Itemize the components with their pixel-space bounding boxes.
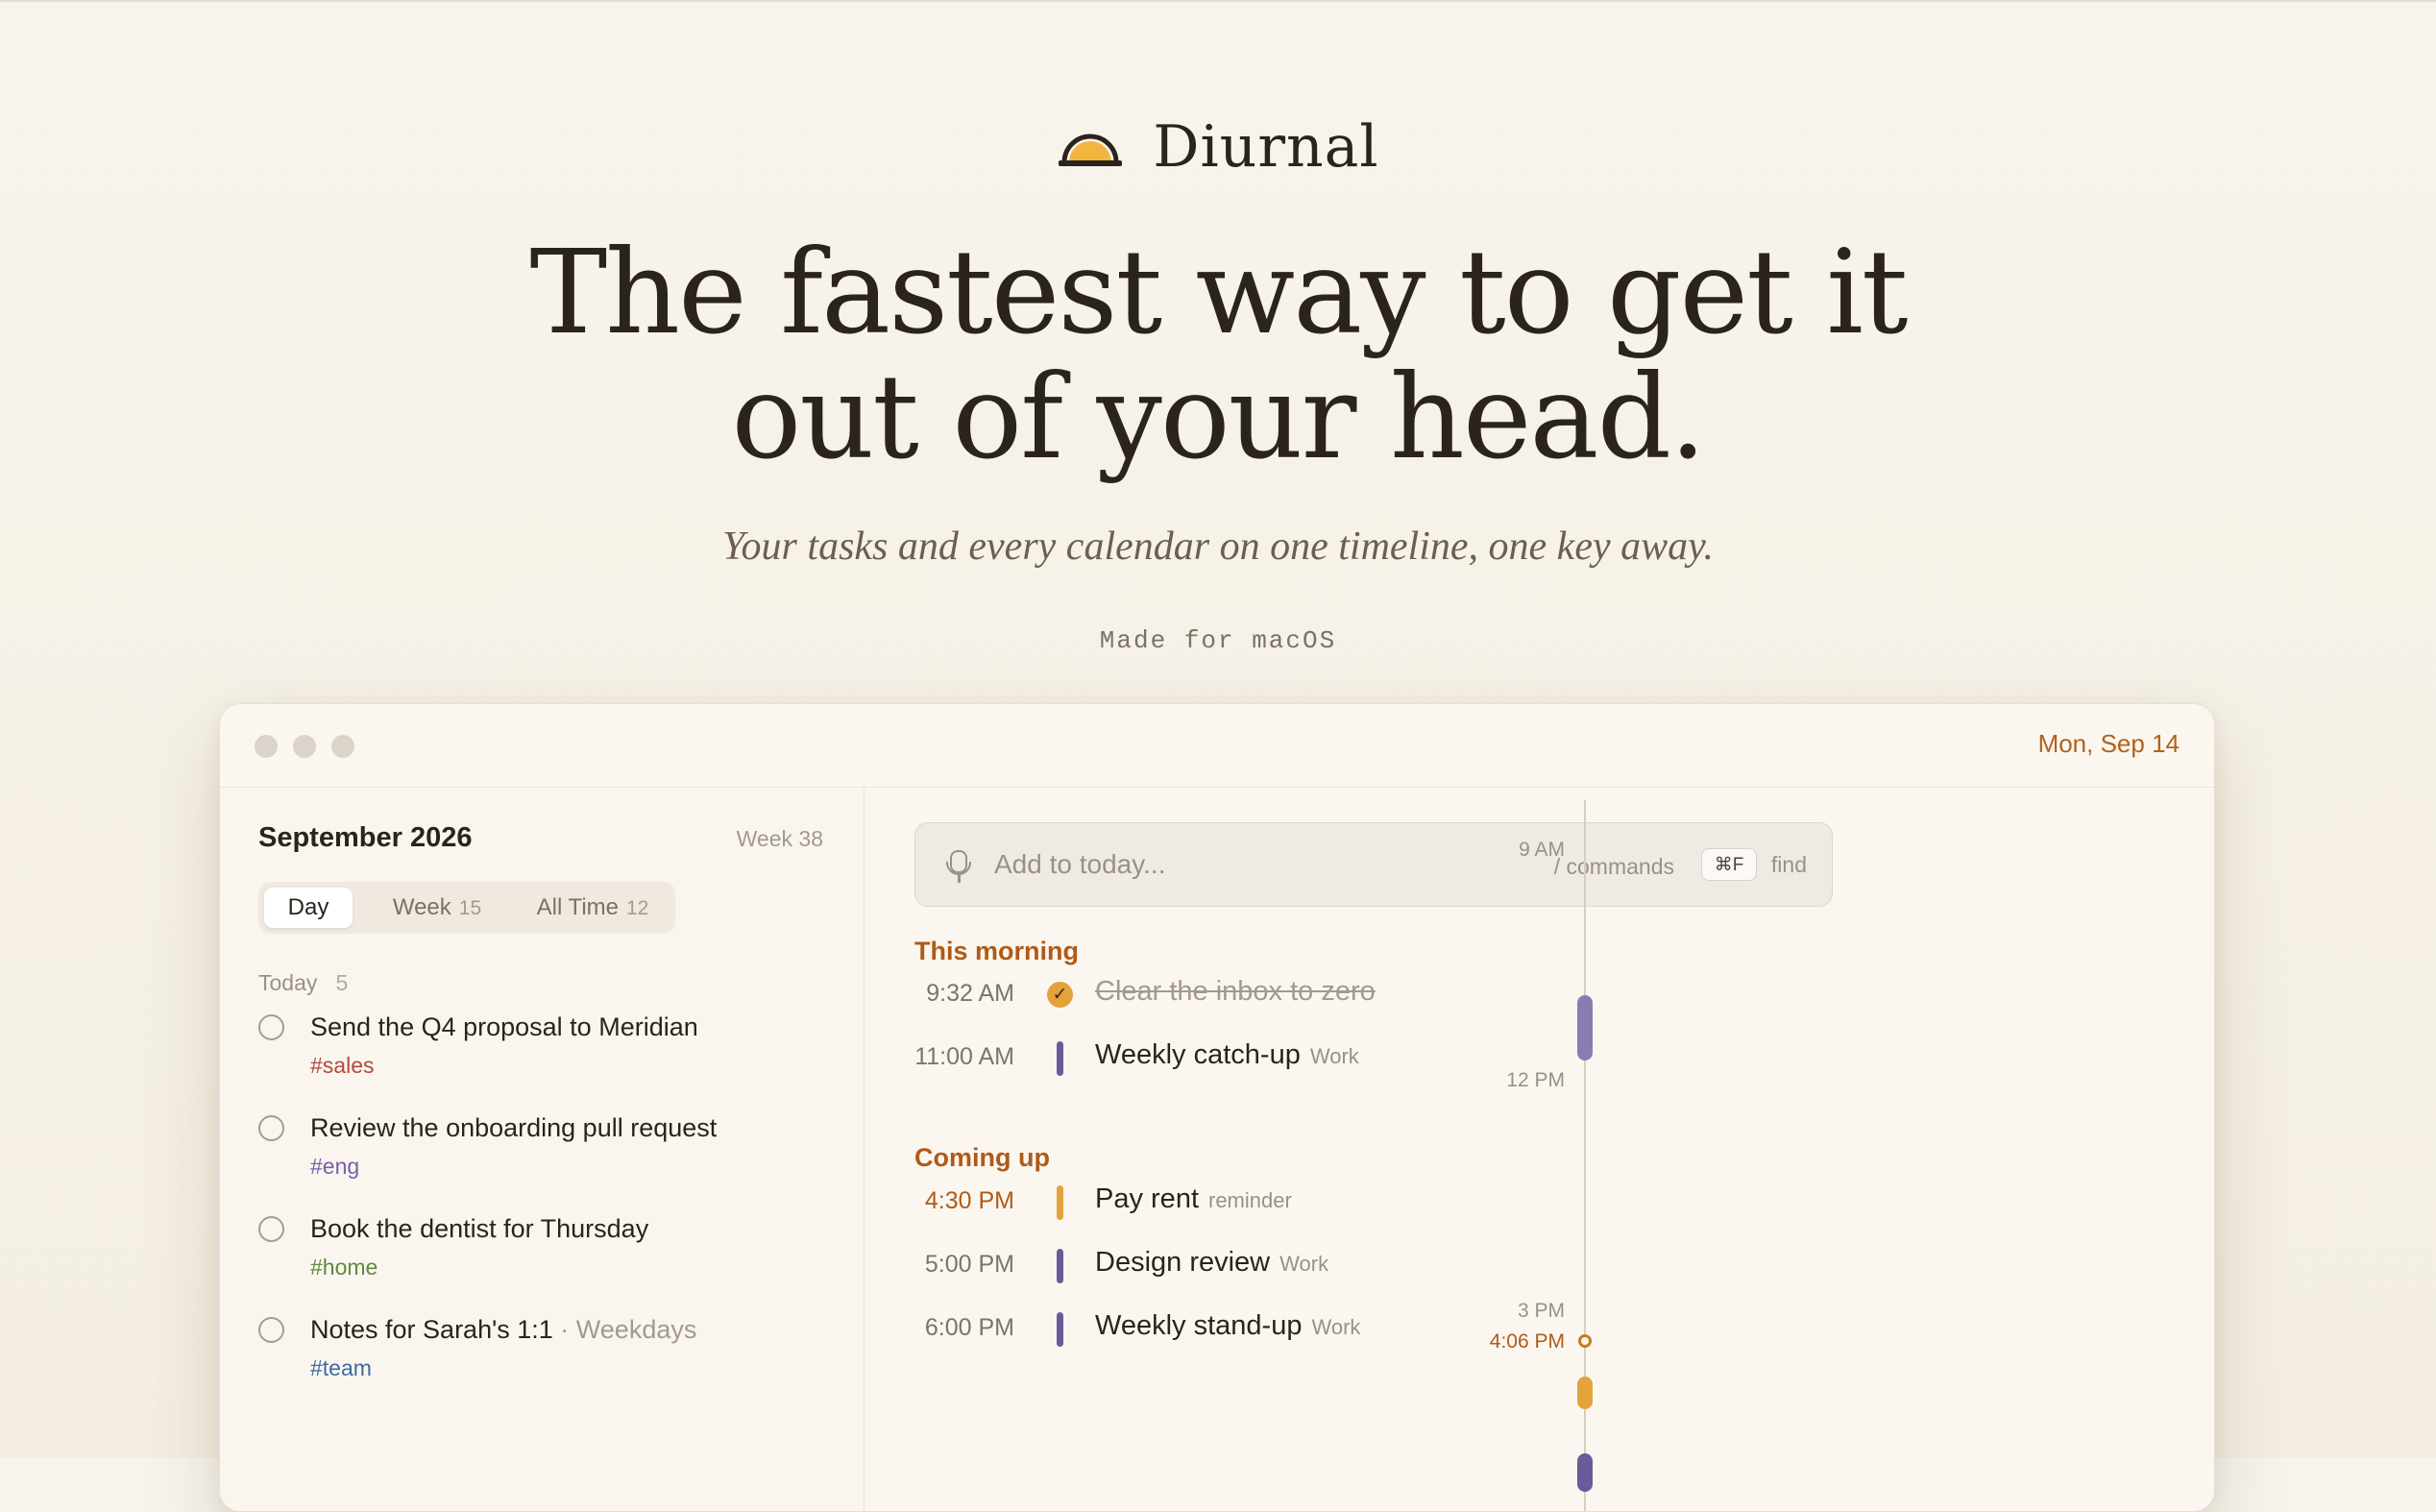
event-time: 5:00 PM	[924, 1251, 1014, 1278]
event-time: 11:00 AM	[914, 1043, 1014, 1070]
brand-name: Diurnal	[1153, 113, 1379, 181]
event-title: Weekly stand-up Work	[1095, 1310, 1361, 1341]
calendar-color-bar	[1057, 1312, 1063, 1347]
timeline-hour-label: 9 AM	[1519, 839, 1565, 861]
task-tag[interactable]: #home	[310, 1255, 378, 1280]
week-number: Week 38	[736, 826, 823, 851]
task-title: Book the dentist for Thursday	[310, 1214, 649, 1243]
task-checkbox[interactable]	[258, 1317, 284, 1343]
timeline-hour-label: 3 PM	[1517, 1300, 1565, 1322]
task-checkbox[interactable]	[258, 1115, 284, 1141]
task-tag[interactable]: #sales	[310, 1053, 374, 1079]
add-task-input[interactable]: Add to today... / commands ⌘F find	[914, 822, 1833, 907]
headline-line-2: out of your head.	[731, 350, 1707, 485]
event-time: 6:00 PM	[924, 1314, 1014, 1341]
task-title: Send the Q4 proposal to Meridian	[310, 1012, 698, 1041]
timeline-event-block[interactable]	[1577, 995, 1593, 1061]
tagline: Your tasks and every calendar on one tim…	[722, 524, 1714, 569]
current-time-label: 4:06 PM	[1489, 1330, 1565, 1353]
view-switcher: Day Week 15 All Time 12	[258, 882, 675, 934]
timeline-event-block[interactable]	[1577, 1453, 1593, 1492]
tab-week[interactable]: Week 15	[366, 888, 508, 928]
task-checkbox[interactable]	[258, 1014, 284, 1040]
task-title: Review the onboarding pull request	[310, 1113, 718, 1142]
tab-day[interactable]: Day	[264, 888, 353, 928]
close-window-button[interactable]	[255, 735, 278, 758]
event-title: Clear the inbox to zero	[1095, 976, 1376, 1007]
current-date: Mon, Sep 14	[2037, 729, 2180, 758]
event-calendar: Work	[1309, 1044, 1359, 1068]
calendar-color-bar	[1057, 1185, 1063, 1220]
find-shortcut-key[interactable]: ⌘F	[1701, 848, 1757, 881]
tab-week-count: 15	[458, 897, 482, 919]
zoom-window-button[interactable]	[331, 735, 354, 758]
event-row[interactable]: 11:00 AM Weekly catch-up Work	[865, 1039, 1825, 1078]
brand: Diurnal	[0, 113, 2436, 181]
tab-all-time-count: 12	[626, 897, 649, 919]
calendar-color-bar	[1057, 1041, 1063, 1076]
calendar-color-bar	[1057, 1249, 1063, 1283]
add-task-placeholder: Add to today...	[994, 849, 1166, 879]
section-coming-up: Coming up	[914, 1143, 1050, 1172]
task-checkbox[interactable]	[258, 1216, 284, 1242]
event-row[interactable]: 5:00 PM Design review Work	[865, 1247, 1825, 1285]
event-time: 4:30 PM	[924, 1187, 1014, 1214]
app-window: Mon, Sep 14 September 2026 Week 38 Day W…	[219, 703, 2215, 1512]
timeline-event-block[interactable]	[1577, 1377, 1593, 1409]
event-calendar: reminder	[1208, 1188, 1292, 1212]
month-title: September 2026	[258, 822, 473, 853]
event-row[interactable]: 9:32 AM ✓ Clear the inbox to zero	[865, 976, 1825, 1014]
minimize-window-button[interactable]	[293, 735, 316, 758]
current-time-marker	[1578, 1334, 1592, 1348]
today-count: 5	[335, 970, 349, 995]
platform-note: Made for macOS	[1099, 626, 1337, 655]
task-title: Notes for Sarah's 1:1 · Weekdays	[310, 1315, 697, 1344]
headline-line-1: The fastest way to get it	[529, 225, 1908, 360]
event-row[interactable]: 6:00 PM Weekly stand-up Work	[865, 1310, 1825, 1349]
task-tag[interactable]: #eng	[310, 1154, 359, 1180]
sidebar: September 2026 Week 38 Day Week 15 All Ti…	[220, 788, 865, 1511]
today-section-header: Today 5	[258, 970, 349, 995]
task-tag[interactable]: #team	[310, 1355, 372, 1381]
event-title: Weekly catch-up Work	[1095, 1039, 1359, 1070]
top-divider	[0, 0, 2436, 2]
main-panel: Add to today... / commands ⌘F find This …	[865, 788, 2214, 1511]
commands-hint: / commands	[1553, 854, 1674, 879]
tab-all-time[interactable]: All Time 12	[516, 888, 670, 928]
event-title: Design review Work	[1095, 1247, 1329, 1278]
sunrise-icon	[1059, 134, 1123, 166]
page-title: The fastest way to get it out of your he…	[0, 231, 2436, 480]
event-calendar: Work	[1311, 1315, 1361, 1339]
title-bar: Mon, Sep 14	[220, 704, 2214, 788]
timeline-hour-label: 12 PM	[1506, 1069, 1565, 1091]
event-time: 9:32 AM	[926, 980, 1014, 1007]
check-icon[interactable]: ✓	[1047, 982, 1073, 1008]
event-calendar: Work	[1279, 1252, 1329, 1276]
event-title: Pay rent reminder	[1095, 1183, 1292, 1214]
find-label: find	[1770, 852, 1807, 877]
section-this-morning: This morning	[914, 937, 1079, 965]
event-row[interactable]: 4:30 PM Pay rent reminder	[865, 1183, 1825, 1222]
